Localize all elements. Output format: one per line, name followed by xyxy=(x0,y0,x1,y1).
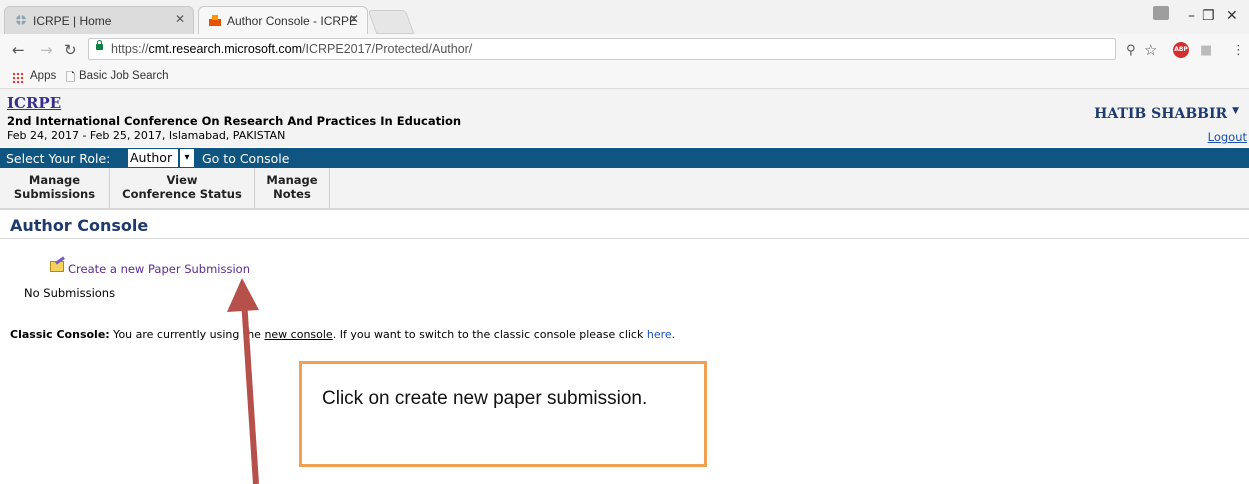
user-name: HATIB SHABBIR xyxy=(1094,106,1228,122)
dropdown-arrow-icon[interactable]: ▾ xyxy=(180,149,194,167)
conference-dates: Feb 24, 2017 - Feb 25, 2017, Islamabad, … xyxy=(7,129,286,142)
classic-console-here-link[interactable]: here xyxy=(647,328,672,341)
address-bar[interactable]: https://cmt.research.microsoft.com/ICRPE… xyxy=(88,38,1116,60)
new-submission-icon[interactable] xyxy=(50,261,64,272)
page-title: Author Console xyxy=(10,216,149,235)
tab-title: Author Console - ICRPE xyxy=(227,14,358,28)
url-text: https://cmt.research.microsoft.com/ICRPE… xyxy=(111,42,473,56)
divider xyxy=(0,238,1249,239)
menu-manage-submissions[interactable]: Manage Submissions xyxy=(0,168,110,208)
bookmark-apps[interactable]: Apps xyxy=(30,70,56,82)
menu-dots-icon[interactable]: ⋮ xyxy=(1232,43,1245,58)
classic-text: . xyxy=(671,328,676,341)
back-arrow-icon[interactable]: ← xyxy=(12,41,25,59)
conference-header: ICRPE 2nd International Conference On Re… xyxy=(0,89,1249,147)
restore-icon[interactable]: ❐ xyxy=(1202,8,1215,24)
star-icon[interactable]: ☆ xyxy=(1144,41,1157,59)
new-tab-button[interactable] xyxy=(367,10,415,34)
caret-down-icon: ▼ xyxy=(1232,106,1239,116)
conference-name: 2nd International Conference On Research… xyxy=(7,114,462,128)
annotation-callout: Click on create new paper submission. xyxy=(299,361,707,467)
close-icon[interactable]: ✕ xyxy=(349,12,359,26)
menu-view-conference-status[interactable]: View Conference Status xyxy=(110,168,255,208)
bookmarks-bar: Apps 🗋 Basic Job Search xyxy=(0,66,1249,89)
arrow-head xyxy=(227,278,259,312)
reload-icon[interactable]: ↻ xyxy=(64,41,77,59)
role-bar: Select Your Role: Author ▾ Go to Console xyxy=(0,148,1249,168)
role-label: Select Your Role: xyxy=(6,151,111,166)
tab-title: ICRPE | Home xyxy=(33,14,112,28)
minimize-icon[interactable]: – xyxy=(1188,8,1195,24)
adblock-icon[interactable]: ABP xyxy=(1173,42,1189,58)
role-select[interactable]: Author xyxy=(128,149,178,167)
browser-toolbar: ← → ↻ https://cmt.research.microsoft.com… xyxy=(0,34,1249,66)
profile-icon[interactable] xyxy=(1153,6,1169,20)
menu-label: View xyxy=(166,173,198,187)
classic-console-notice: Classic Console: You are currently using… xyxy=(10,328,675,341)
globe-icon xyxy=(16,15,26,25)
classic-console-label: Classic Console: xyxy=(10,328,110,341)
close-icon[interactable]: ✕ xyxy=(175,12,185,26)
menu-label: Notes xyxy=(273,187,311,201)
cmt-favicon-icon xyxy=(209,15,221,26)
new-console-link[interactable]: new console xyxy=(264,328,332,341)
no-submissions-text: No Submissions xyxy=(24,286,116,300)
forward-arrow-icon[interactable]: → xyxy=(40,41,53,59)
menu-label: Submissions xyxy=(13,187,96,201)
console-menu: Manage Submissions View Conference Statu… xyxy=(0,168,1249,210)
create-paper-submission-link[interactable]: Create a new Paper Submission xyxy=(68,262,250,276)
tab-author-console[interactable]: Author Console - ICRPE ✕ xyxy=(198,6,368,34)
annotation-text: Click on create new paper submission. xyxy=(322,388,648,409)
key-icon[interactable]: ⚲ xyxy=(1126,43,1136,58)
page-icon: 🗋 xyxy=(66,72,76,84)
classic-text: You are currently using the xyxy=(109,328,265,341)
menu-label: Manage xyxy=(28,173,81,187)
browser-tab-strip: ICRPE | Home ✕ Author Console - ICRPE ✕ … xyxy=(0,0,1249,34)
go-to-console-link[interactable]: Go to Console xyxy=(202,151,289,166)
bookmark-basic-job-search[interactable]: Basic Job Search xyxy=(79,70,169,82)
window-close-icon[interactable]: ✕ xyxy=(1226,8,1238,24)
lock-icon xyxy=(96,40,103,50)
menu-manage-notes[interactable]: Manage Notes xyxy=(255,168,330,208)
menu-label: Manage xyxy=(266,173,318,187)
apps-icon[interactable] xyxy=(12,72,24,84)
tab-icrpe-home[interactable]: ICRPE | Home ✕ xyxy=(4,6,194,34)
user-menu[interactable]: HATIB SHABBIR ▼ xyxy=(1094,106,1239,122)
classic-text: . If you want to switch to the classic c… xyxy=(332,328,647,341)
menu-label: Conference Status xyxy=(122,187,242,201)
extension-icon[interactable]: ■ xyxy=(1200,43,1212,58)
conference-home-link[interactable]: ICRPE xyxy=(7,94,61,112)
logout-link[interactable]: Logout xyxy=(1208,130,1247,144)
